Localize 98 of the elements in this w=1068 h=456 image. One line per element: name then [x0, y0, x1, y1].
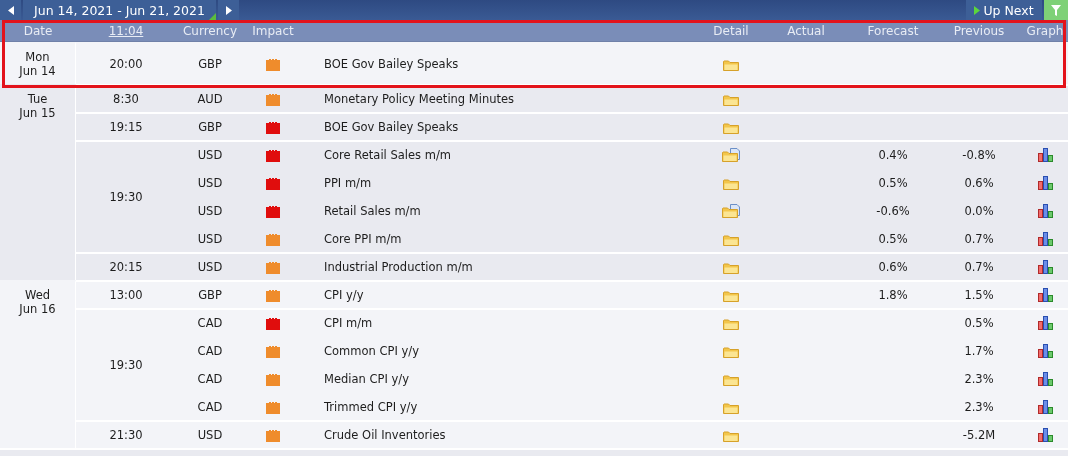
bar-chart-icon[interactable]	[1037, 428, 1053, 443]
currency-code: GBP	[198, 120, 222, 134]
currency-code: CAD	[197, 344, 223, 358]
currency-code: USD	[197, 176, 223, 190]
bar-chart-icon[interactable]	[1037, 344, 1053, 359]
forecast-value: 0.4%	[878, 148, 908, 162]
folder-icon[interactable]	[723, 93, 739, 106]
currency-code: USD	[197, 428, 223, 442]
previous-value: 0.7%	[964, 260, 994, 274]
previous-value: 1.5%	[964, 288, 994, 302]
column-header: Previous	[953, 23, 1005, 38]
forecast-value: 0.5%	[878, 176, 908, 190]
currency-code: USD	[197, 148, 223, 162]
column-header: Date	[23, 23, 53, 38]
date-range-button[interactable]: Jun 14, 2021 - Jun 21, 2021	[23, 0, 216, 20]
previous-value: 1.7%	[964, 344, 994, 358]
forecast-value: 0.6%	[878, 260, 908, 274]
day-date: Mon Jun 14	[19, 50, 56, 78]
folder-icon[interactable]	[723, 121, 739, 134]
currency-code: USD	[197, 204, 223, 218]
currency-code: CAD	[197, 316, 223, 330]
previous-value: -5.2M	[962, 428, 996, 442]
forecast-value: 0.5%	[878, 232, 908, 246]
column-header: Graph	[1026, 23, 1064, 38]
currency-code: AUD	[197, 92, 223, 106]
currency-code: USD	[197, 260, 223, 274]
currency-code: CAD	[197, 372, 223, 386]
bar-chart-icon[interactable]	[1037, 176, 1053, 191]
column-header: Actual	[787, 23, 825, 38]
previous-value: 2.3%	[964, 372, 994, 386]
event-time: 20:15	[109, 260, 143, 274]
corner-marker-icon	[209, 13, 216, 20]
bar-chart-icon[interactable]	[1037, 232, 1053, 247]
event-time: 21:30	[109, 428, 143, 442]
event-name[interactable]: Core PPI m/m	[324, 232, 402, 246]
event-name[interactable]: Industrial Production m/m	[324, 260, 473, 274]
right-arrow-icon	[225, 5, 232, 15]
event-name[interactable]: BOE Gov Bailey Speaks	[324, 120, 459, 134]
folder-icon[interactable]	[723, 373, 739, 386]
previous-week-button[interactable]	[0, 0, 21, 20]
folder-icon[interactable]	[723, 345, 739, 358]
day-date: Wed Jun 16	[19, 288, 56, 316]
bar-chart-icon[interactable]	[1037, 204, 1053, 219]
currency-code: CAD	[197, 400, 223, 414]
event-name[interactable]: Retail Sales m/m	[324, 204, 421, 218]
currency-code: USD	[197, 232, 223, 246]
bar-chart-icon[interactable]	[1037, 372, 1053, 387]
folder-icon[interactable]	[723, 233, 739, 246]
column-header: Forecast	[867, 23, 919, 38]
previous-value: 0.7%	[964, 232, 994, 246]
forecast-value: 1.8%	[878, 288, 908, 302]
bar-chart-icon[interactable]	[1037, 260, 1053, 275]
event-name[interactable]: PPI m/m	[324, 176, 372, 190]
folder-document-icon[interactable]	[722, 148, 740, 163]
day-date: Tue Jun 15	[19, 92, 56, 120]
bar-chart-icon[interactable]	[1037, 288, 1053, 303]
folder-icon[interactable]	[723, 261, 739, 274]
folder-icon[interactable]	[723, 58, 739, 71]
event-time: 13:00	[109, 288, 143, 302]
folder-icon[interactable]	[723, 317, 739, 330]
event-name[interactable]: Common CPI y/y	[324, 344, 419, 358]
column-header: Detail	[713, 23, 749, 38]
currency-code: GBP	[198, 57, 222, 71]
event-time: 19:30	[109, 358, 143, 372]
previous-value: 0.0%	[964, 204, 994, 218]
folder-document-icon[interactable]	[722, 204, 740, 219]
event-name[interactable]: CPI y/y	[324, 288, 364, 302]
currency-code: GBP	[198, 288, 222, 302]
forecast-value: -0.6%	[876, 204, 910, 218]
folder-icon[interactable]	[723, 177, 739, 190]
previous-value: 2.3%	[964, 400, 994, 414]
left-arrow-icon	[7, 5, 14, 15]
event-name[interactable]: Crude Oil Inventories	[324, 428, 446, 442]
folder-icon[interactable]	[723, 429, 739, 442]
folder-icon[interactable]	[723, 401, 739, 414]
filter-icon	[1051, 4, 1061, 16]
column-header: Currency	[182, 23, 238, 38]
play-icon	[974, 5, 981, 15]
event-name[interactable]: Trimmed CPI y/y	[324, 400, 418, 414]
event-time: 20:00	[109, 57, 143, 71]
event-name[interactable]: BOE Gov Bailey Speaks	[324, 57, 459, 71]
previous-value: 0.5%	[964, 316, 994, 330]
column-header: Impact	[252, 23, 294, 38]
event-time: 19:30	[109, 190, 143, 204]
filter-button[interactable]	[1044, 0, 1068, 20]
bar-chart-icon[interactable]	[1037, 148, 1053, 163]
event-time: 19:15	[109, 120, 143, 134]
event-name[interactable]: Core Retail Sales m/m	[324, 148, 451, 162]
event-time: 8:30	[113, 92, 139, 106]
up-next-button[interactable]: Up Next	[966, 0, 1042, 20]
next-week-button[interactable]	[218, 0, 239, 20]
folder-icon[interactable]	[723, 289, 739, 302]
bar-chart-icon[interactable]	[1037, 316, 1053, 331]
event-name[interactable]: Median CPI y/y	[324, 372, 409, 386]
event-name[interactable]: CPI m/m	[324, 316, 373, 330]
bar-chart-icon[interactable]	[1037, 400, 1053, 415]
previous-value: 0.6%	[964, 176, 994, 190]
previous-value: -0.8%	[962, 148, 996, 162]
